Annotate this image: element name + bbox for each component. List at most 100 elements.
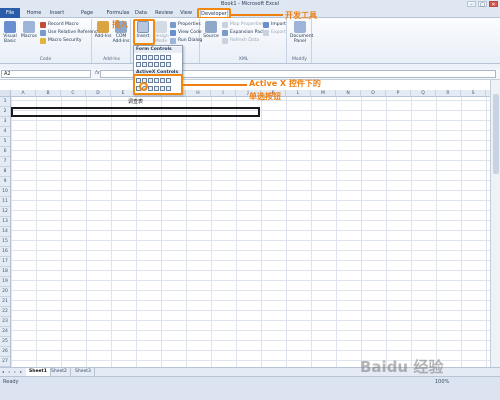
row-header[interactable]: 1: [0, 97, 10, 107]
warning-icon: [40, 37, 46, 44]
tab-formulas[interactable]: Formulas: [106, 9, 130, 18]
row-header[interactable]: 12: [0, 207, 10, 217]
column-header[interactable]: H: [186, 90, 211, 96]
form-spinner-icon[interactable]: [154, 55, 159, 60]
tab-home[interactable]: Home: [26, 9, 42, 18]
zoom-level[interactable]: 100%: [435, 379, 449, 385]
column-header[interactable]: M: [311, 90, 336, 96]
column-header[interactable]: A: [11, 90, 36, 96]
last-sheet-icon[interactable]: ▸: [20, 369, 25, 374]
row-header[interactable]: 14: [0, 227, 10, 237]
row-header[interactable]: 21: [0, 297, 10, 307]
column-header[interactable]: P: [386, 90, 411, 96]
select-all-corner[interactable]: [0, 90, 11, 97]
form-combobox-icon[interactable]: [142, 55, 147, 60]
selected-cell-range[interactable]: [11, 107, 260, 117]
expansion-packs-button[interactable]: Expansion Packs: [222, 29, 267, 36]
column-header[interactable]: Q: [411, 90, 436, 96]
tab-view[interactable]: View: [178, 9, 194, 18]
scroll-thumb[interactable]: [493, 94, 499, 174]
row-header[interactable]: 2: [0, 107, 10, 117]
column-header[interactable]: S: [461, 90, 486, 96]
tab-page-layout[interactable]: Page Layout: [72, 9, 102, 24]
form-option-button-icon[interactable]: [166, 55, 171, 60]
row-header[interactable]: 20: [0, 287, 10, 297]
visual-basic-button[interactable]: Visual Basic: [1, 21, 19, 44]
sheet-tab-2[interactable]: Sheet2: [48, 368, 71, 376]
row-header[interactable]: 25: [0, 337, 10, 347]
record-macro-button[interactable]: Record Macro: [40, 21, 79, 28]
column-header[interactable]: O: [361, 90, 386, 96]
refresh-data-button[interactable]: Refresh Data: [222, 37, 259, 44]
column-header[interactable]: R: [436, 90, 461, 96]
run-dialog-button[interactable]: Run Dialog: [170, 37, 202, 44]
row-header[interactable]: 7: [0, 157, 10, 167]
row-header[interactable]: 18: [0, 267, 10, 277]
status-bar: Ready 100%: [0, 376, 500, 400]
row-header[interactable]: 22: [0, 307, 10, 317]
export-button[interactable]: Export: [263, 29, 286, 36]
tab-review[interactable]: Review: [154, 9, 174, 18]
refresh-icon: [222, 37, 228, 44]
row-header[interactable]: 8: [0, 167, 10, 177]
row-header[interactable]: 16: [0, 247, 10, 257]
form-combo-list-icon[interactable]: [160, 62, 165, 67]
row-header[interactable]: 24: [0, 327, 10, 337]
column-header[interactable]: C: [61, 90, 86, 96]
row-header[interactable]: 26: [0, 347, 10, 357]
row-header[interactable]: 17: [0, 257, 10, 267]
tab-file[interactable]: File: [0, 8, 20, 18]
column-header[interactable]: L: [286, 90, 311, 96]
row-header[interactable]: 23: [0, 317, 10, 327]
sheet-tab-3[interactable]: Sheet3: [72, 368, 95, 376]
macros-button[interactable]: Macros: [20, 21, 38, 39]
run-dialog-label: Run Dialog: [178, 38, 203, 43]
form-listbox-icon[interactable]: [160, 55, 165, 60]
row-header[interactable]: 11: [0, 197, 10, 207]
form-checkbox-icon[interactable]: [148, 55, 153, 60]
title-cell[interactable]: 调查表: [11, 97, 260, 107]
row-header[interactable]: 5: [0, 137, 10, 147]
row-header[interactable]: 13: [0, 217, 10, 227]
name-box[interactable]: A2: [1, 70, 91, 78]
worksheet-grid[interactable]: [0, 90, 490, 367]
row-header[interactable]: 6: [0, 147, 10, 157]
properties-label: Properties: [178, 22, 201, 27]
addins-button[interactable]: Add-Ins: [94, 21, 112, 39]
form-combo-dropdown-icon[interactable]: [166, 62, 171, 67]
form-textfield-icon[interactable]: [154, 62, 159, 67]
view-code-button[interactable]: View Code: [170, 29, 202, 36]
column-header[interactable]: N: [336, 90, 361, 96]
row-header[interactable]: 19: [0, 277, 10, 287]
map-properties-button[interactable]: Map Properties: [222, 21, 264, 28]
form-button-icon[interactable]: [136, 55, 141, 60]
vertical-scrollbar[interactable]: [490, 80, 500, 368]
maximize-button[interactable]: □: [478, 1, 487, 8]
source-button[interactable]: Source: [202, 21, 220, 39]
column-header[interactable]: D: [86, 90, 111, 96]
row-header[interactable]: 27: [0, 357, 10, 367]
close-button[interactable]: ✕: [489, 1, 498, 8]
column-header[interactable]: B: [36, 90, 61, 96]
tab-insert[interactable]: Insert: [48, 9, 66, 18]
row-header[interactable]: 15: [0, 237, 10, 247]
form-groupbox-icon[interactable]: [136, 62, 141, 67]
row-header[interactable]: 10: [0, 187, 10, 197]
properties-button[interactable]: Properties: [170, 21, 201, 28]
developer-pointer: [231, 14, 283, 16]
developer-annotation: 开发工具: [285, 11, 317, 20]
prev-sheet-icon[interactable]: ◃: [8, 369, 13, 374]
row-header[interactable]: 3: [0, 117, 10, 127]
form-label-icon[interactable]: [142, 62, 147, 67]
column-header[interactable]: I: [211, 90, 236, 96]
document-panel-button[interactable]: Document Panel: [290, 21, 313, 44]
row-header[interactable]: 9: [0, 177, 10, 187]
import-button[interactable]: Import: [263, 21, 286, 28]
next-sheet-icon[interactable]: ▹: [14, 369, 19, 374]
row-header[interactable]: 4: [0, 127, 10, 137]
form-scrollbar-icon[interactable]: [148, 62, 153, 67]
first-sheet-icon[interactable]: ◂: [2, 369, 7, 374]
tab-data[interactable]: Data: [134, 9, 148, 18]
macro-security-button[interactable]: Macro Security: [40, 37, 82, 44]
minimize-button[interactable]: –: [467, 1, 476, 8]
